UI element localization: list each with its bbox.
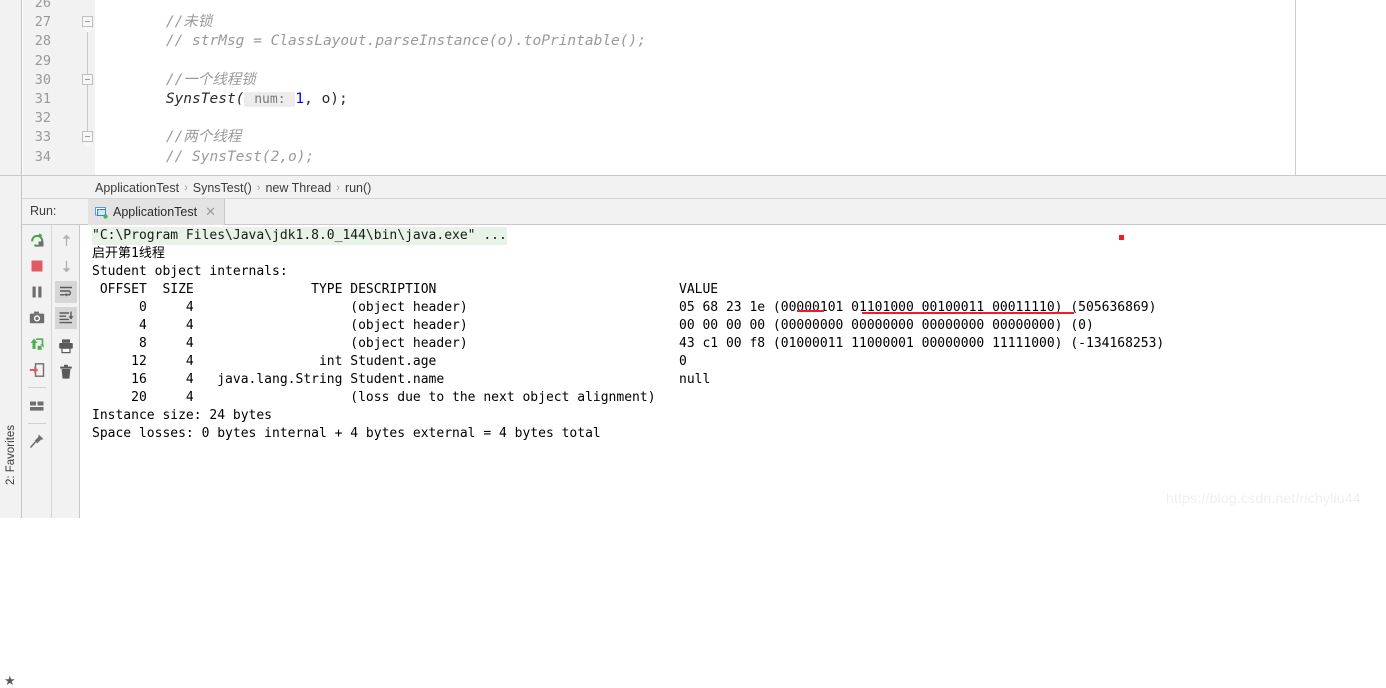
code-token: // strMsg = ClassLayout.parseInstance(o)… [96,33,646,50]
clear-all-button[interactable] [55,361,77,383]
breadcrumb-separator-icon: › [184,181,188,194]
breadcrumb-separator-icon: › [256,181,261,194]
run-label: Run: [30,204,57,218]
minus-icon [85,21,90,23]
console-command-line: "C:\Program Files\Java\jdk1.8.0_144\bin\… [92,227,507,245]
console-line: 4 4 (object header) 00 00 00 00 (0000000… [92,318,1094,333]
scroll-down-button[interactable] [55,255,77,277]
code-token: , o); [304,91,348,107]
code-token: 1 [295,91,305,107]
toolbar-separator-2 [28,423,46,424]
breadcrumb[interactable]: ApplicationTest › SynsTest() › new Thread › ru… [0,176,1386,199]
code-line: // strMsg = ClassLayout.parseInstance(o)… [96,33,646,49]
minus-icon [85,78,90,80]
console-line: Space losses: 0 bytes internal + 4 bytes… [92,426,601,441]
code-token: num: [244,92,296,107]
code-token: SynsTest( [96,91,245,107]
line-number: 32 [34,110,51,127]
camera-icon-button[interactable] [26,307,48,329]
tab-application-test[interactable]: ApplicationTest ✕ [88,199,225,225]
line-number: 31 [34,91,51,107]
console-output[interactable]: "C:\Program Files\Java\jdk1.8.0_144\bin\… [81,225,1386,518]
editor-right-separator [1295,0,1296,176]
code-token: //一个线程锁 [96,71,256,88]
console-line: Student object internals: [92,264,288,279]
soft-wrap-button[interactable] [55,281,77,303]
code-editor[interactable]: 26 27 28 29 30 31 32 33 34 //未锁 // strMsg = Clas… [0,0,1386,176]
layout-settings-button[interactable] [26,395,48,417]
scroll-up-button[interactable] [55,229,77,251]
breadcrumb-item[interactable]: SynsTest() [193,181,252,195]
console-line: OFFSET SIZE TYPE DESCRIPTION VALUE [92,282,719,297]
code-token: //未锁 [96,14,213,31]
console-line: 启开第1线程 [92,246,165,261]
red-underline-hashcode-bits [862,312,1074,314]
console-line: 0 4 (object header) 05 68 23 1e (0000010… [92,300,1157,315]
breadcrumb-item[interactable]: new Thread [265,181,331,195]
console-line: 16 4 java.lang.String Student.name null [92,372,711,387]
fold-collapse-icon[interactable] [82,131,93,143]
print-button[interactable] [55,335,77,357]
run-configuration-icon [95,206,108,219]
fold-collapse-icon[interactable] [82,16,93,28]
console-line: Instance size: 24 bytes [92,408,273,423]
code-line: //未锁 [96,14,212,30]
breadcrumb-items[interactable]: ApplicationTest › SynsTest() › new Thread › ru… [95,176,371,199]
toolbar-separator [28,387,46,388]
watermark: https://blog.csdn.net/richyliu44 [1166,490,1361,506]
line-number: 28 [34,33,51,50]
rerun-button[interactable] [26,229,48,251]
line-number: 27 [34,14,51,31]
tab-label: ApplicationTest [113,205,198,219]
console-line: 12 4 int Student.age 0 [92,354,687,369]
line-number: 29 [34,52,51,69]
scroll-to-end-button[interactable] [55,307,77,329]
close-icon[interactable]: ✕ [205,205,216,218]
breadcrumb-item[interactable]: run() [345,181,371,195]
code-line: // SynsTest(2,o); [96,149,314,165]
stop-button[interactable] [26,255,48,277]
minus-icon [85,136,90,138]
line-number: 26 [34,0,51,11]
line-number: 34 [34,148,51,165]
pause-button[interactable] [26,281,48,303]
console-error-marker [1119,235,1124,240]
breadcrumb-separator-icon: › [336,181,340,194]
pin-tab-button[interactable] [26,430,48,452]
code-line: SynsTest( num: 1, o); [96,91,348,108]
run-toolbar-primary[interactable] [22,225,52,518]
console-line: 8 4 (object header) 43 c1 00 f8 (0100001… [92,336,1165,351]
fold-collapse-icon[interactable] [82,73,93,85]
run-toolwindow-header: Run: ApplicationTest ✕ [22,199,1386,225]
code-line: //一个线程锁 [96,72,256,88]
favorites-tool-button[interactable]: 2: Favorites ★ [0,176,22,687]
code-token: // SynsTest(2,o); [96,148,315,165]
breadcrumb-item[interactable]: ApplicationTest [95,181,179,195]
editor-left-strip [0,0,22,176]
console-line: 20 4 (loss due to the next object alignm… [92,390,656,405]
run-toolbar-secondary[interactable] [52,225,80,518]
restore-layout-button[interactable] [26,333,48,355]
export-button[interactable] [26,359,48,381]
red-underline-lock-bits [797,310,824,312]
code-text-area[interactable]: //未锁 // strMsg = ClassLayout.parseInstan… [96,0,1296,176]
star-icon: ★ [4,673,16,688]
code-line: //两个线程 [96,129,241,145]
code-token: //两个线程 [96,129,242,146]
line-number: 30 [34,71,51,88]
line-number: 33 [34,129,51,146]
